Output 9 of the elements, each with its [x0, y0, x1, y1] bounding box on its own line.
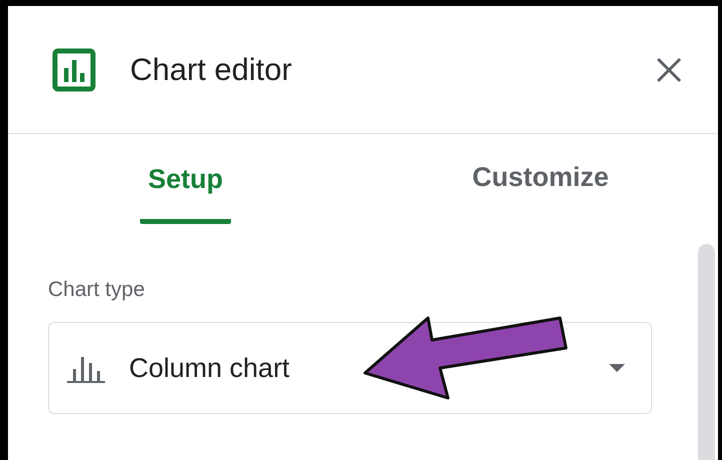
chart-icon [52, 48, 96, 92]
close-icon[interactable] [656, 56, 682, 82]
field-label: Chart type [48, 278, 146, 302]
tab[interactable]: Setup [140, 140, 231, 224]
caret-icon [609, 364, 625, 372]
scrollbar[interactable] [698, 244, 714, 460]
panel-title: Chart editor [130, 52, 293, 88]
tab[interactable]: Customize [464, 138, 617, 222]
chart-type-dropdown[interactable]: Column chart [48, 322, 652, 414]
